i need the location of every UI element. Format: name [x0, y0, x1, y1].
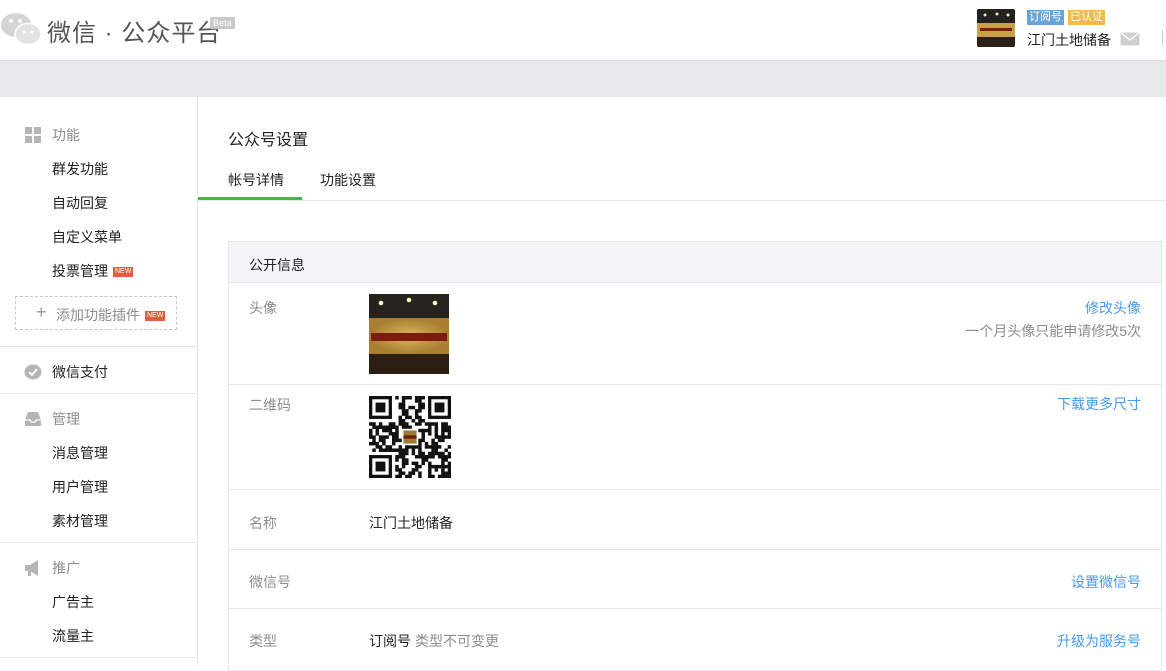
- header-divider: [1162, 30, 1163, 46]
- avatar-limit-hint: 一个月头像只能申请修改5次: [965, 323, 1141, 339]
- sidebar-group-manage: 管理: [0, 409, 198, 429]
- new-badge: NEW: [113, 267, 134, 277]
- public-info-panel: 公开信息 头像 修改头像 一个月头像只能申请修改5次 二维码 下载更多尺寸 名称: [228, 241, 1162, 671]
- new-badge: NEW: [145, 311, 166, 321]
- sidebar-item-publisher[interactable]: 流量主: [52, 626, 94, 646]
- account-type-badge: 订阅号: [1027, 10, 1064, 25]
- type-value: 订阅号 类型不可变更: [369, 631, 499, 651]
- inbox-icon: [25, 412, 41, 426]
- change-avatar-link[interactable]: 修改头像: [1085, 298, 1141, 318]
- sidebar-item-advertiser[interactable]: 广告主: [52, 592, 94, 612]
- set-wechat-id-link[interactable]: 设置微信号: [1071, 572, 1141, 592]
- name-row: 名称 江门土地储备: [229, 490, 1161, 550]
- sidebar-group-title: 管理: [52, 411, 80, 427]
- sidebar-item-materials[interactable]: 素材管理: [52, 511, 108, 531]
- sidebar-item-auto-reply[interactable]: 自动回复: [52, 193, 108, 213]
- sidebar-group-promotion: 推广: [0, 558, 198, 578]
- sidebar-group-title: 微信支付: [52, 364, 108, 380]
- brand-title[interactable]: 微信 · 公众平台: [47, 13, 221, 48]
- qrcode-label: 二维码: [249, 397, 291, 413]
- upgrade-service-link[interactable]: 升级为服务号: [1057, 631, 1141, 651]
- sidebar-divider: [0, 393, 198, 394]
- sidebar-divider: [0, 542, 198, 543]
- beta-badge: Beta: [210, 17, 235, 29]
- sidebar-item-vote[interactable]: 投票管理 NEW: [52, 261, 134, 281]
- type-note: 类型不可变更: [415, 633, 499, 649]
- avatar-label: 头像: [249, 300, 277, 316]
- account-avatar[interactable]: [977, 9, 1015, 47]
- wechat-id-row: 微信号 设置微信号: [229, 550, 1161, 609]
- sidebar-item-mass-send[interactable]: 群发功能: [52, 159, 108, 179]
- plus-icon: +: [36, 302, 47, 322]
- megaphone-icon: [25, 560, 38, 576]
- avatar-row: 头像 修改头像 一个月头像只能申请修改5次: [229, 284, 1161, 385]
- page-title: 公众号设置: [228, 132, 309, 149]
- panel-title: 公开信息: [249, 257, 305, 273]
- download-sizes-link[interactable]: 下载更多尺寸: [1057, 394, 1141, 414]
- name-value: 江门土地储备: [369, 515, 453, 531]
- tab-feature-settings[interactable]: 功能设置: [320, 170, 376, 190]
- sidebar-item-label: 投票管理: [52, 263, 108, 279]
- verified-badge: 已认证: [1068, 10, 1105, 25]
- sidebar-group-features: 功能: [0, 125, 198, 145]
- account-avatar-image: [369, 294, 449, 374]
- sidebar-group-title: 推广: [52, 560, 80, 576]
- account-name[interactable]: 江门土地储备: [1027, 30, 1111, 50]
- grid-icon: [25, 127, 41, 143]
- tab-bar: 帐号详情 功能设置: [198, 160, 1166, 201]
- qrcode-row: 二维码 下载更多尺寸: [229, 385, 1161, 490]
- sidebar-group-title: 功能: [52, 127, 80, 143]
- sidebar-item-custom-menu[interactable]: 自定义菜单: [52, 227, 122, 247]
- wechat-id-label: 微信号: [249, 574, 291, 590]
- panel-header: 公开信息: [229, 242, 1161, 283]
- active-tab-indicator: [198, 197, 302, 200]
- mail-icon[interactable]: [1120, 32, 1140, 46]
- sidebar-item-messages[interactable]: 消息管理: [52, 443, 108, 463]
- sidebar-item-users[interactable]: 用户管理: [52, 477, 108, 497]
- header-band: [0, 60, 1166, 97]
- sidebar-divider: [0, 657, 198, 658]
- sidebar: 功能 群发功能 自动回复 自定义菜单 投票管理 NEW + 添加功能插件 NEW 微…: [0, 97, 198, 665]
- wechat-logo-icon[interactable]: [0, 8, 42, 48]
- type-label: 类型: [249, 633, 277, 649]
- add-plugin-label: 添加功能插件: [56, 307, 140, 323]
- sidebar-item-wechat-pay[interactable]: 微信支付: [0, 362, 198, 382]
- type-text: 订阅号: [369, 633, 411, 649]
- tab-account-details[interactable]: 帐号详情: [228, 170, 284, 190]
- type-row: 类型 订阅号 类型不可变更 升级为服务号: [229, 609, 1161, 669]
- qr-code-image: [369, 396, 451, 478]
- wechat-pay-icon: [24, 364, 42, 380]
- sidebar-divider: [0, 346, 198, 347]
- name-label: 名称: [249, 515, 277, 531]
- add-plugin-button[interactable]: + 添加功能插件 NEW: [15, 296, 177, 330]
- top-header: 微信 · 公众平台 Beta 订阅号 已认证 江门土地储备: [0, 0, 1166, 60]
